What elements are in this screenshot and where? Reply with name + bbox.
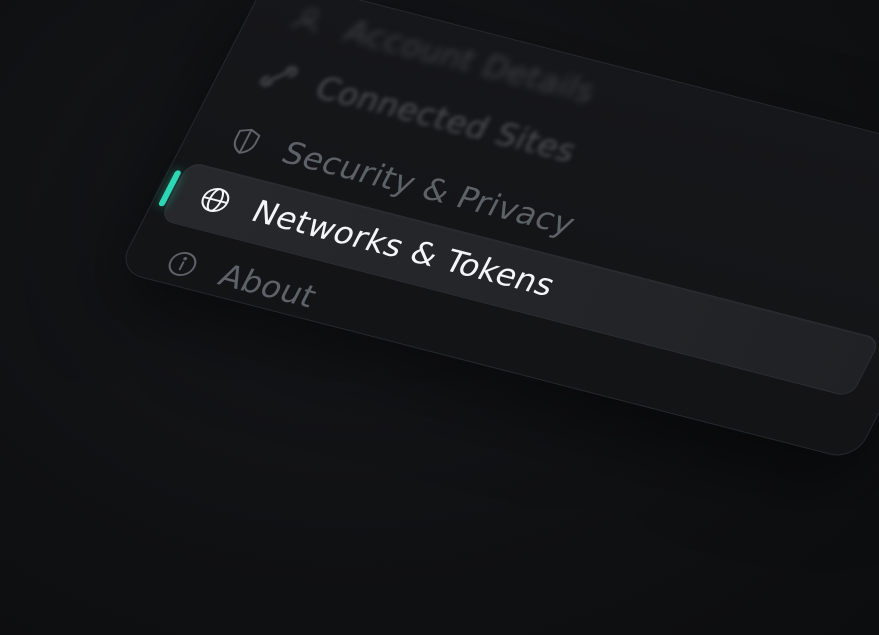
settings-menu-panel: Account Details Connected Sites Security… <box>116 0 879 461</box>
shield-icon <box>223 123 269 159</box>
link-icon <box>256 58 302 94</box>
person-icon <box>285 1 331 37</box>
screen: Account Details Connected Sites Security… <box>0 0 879 635</box>
menu-item-label: About <box>212 257 324 315</box>
info-icon <box>160 246 206 282</box>
